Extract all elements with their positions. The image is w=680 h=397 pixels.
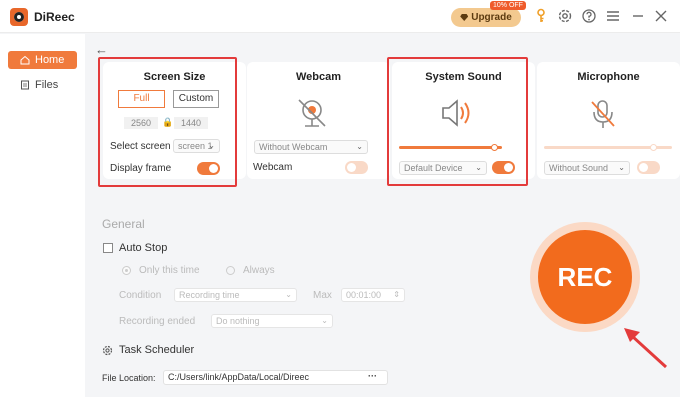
highlight-box-system-sound xyxy=(387,57,528,186)
microphone-toggle[interactable] xyxy=(637,161,660,174)
stepper-icon: ⇕ xyxy=(393,290,400,299)
app-name: DiReec xyxy=(34,10,75,24)
app-logo-icon xyxy=(10,8,28,26)
key-icon[interactable] xyxy=(533,8,549,24)
recording-ended-label: Recording ended xyxy=(119,316,196,327)
webcam-title: Webcam xyxy=(295,71,342,83)
task-scheduler-label[interactable]: Task Scheduler xyxy=(119,344,194,356)
rec-button[interactable]: REC xyxy=(538,230,632,324)
condition-label: Condition xyxy=(119,290,162,301)
microphone-off-icon xyxy=(591,100,615,128)
webcam-device-value: Without Webcam xyxy=(259,142,328,152)
back-arrow-icon[interactable]: ← xyxy=(95,42,108,57)
sidebar-item-label: Files xyxy=(35,79,59,91)
upgrade-label: Upgrade xyxy=(471,12,512,23)
diamond-icon xyxy=(460,14,469,21)
discount-badge: 10% OFF xyxy=(490,1,526,10)
always-radio[interactable] xyxy=(226,266,235,275)
help-icon[interactable] xyxy=(581,8,597,24)
auto-stop-checkbox[interactable] xyxy=(103,243,113,253)
always-label: Always xyxy=(243,265,275,276)
max-time-stepper[interactable]: 00:01:00 ⇕ xyxy=(341,288,405,302)
max-label: Max xyxy=(313,290,332,301)
chevron-down-icon: ⌄ xyxy=(356,142,363,151)
browse-more-button[interactable]: ··· xyxy=(368,371,377,381)
microphone-volume-knob[interactable] xyxy=(649,144,657,151)
microphone-device-value: Without Sound xyxy=(549,163,609,173)
chevron-down-icon: ⌄ xyxy=(321,316,328,325)
only-this-time-radio[interactable] xyxy=(122,266,131,275)
home-icon xyxy=(20,55,30,65)
upgrade-button[interactable]: Upgrade xyxy=(451,8,521,27)
file-location-label: File Location: xyxy=(102,373,156,383)
sidebar-item-home[interactable]: Home xyxy=(8,51,77,69)
microphone-card: Microphone Without Sound ⌄ xyxy=(537,62,680,179)
general-section-title: General xyxy=(102,217,145,231)
annotation-arrow xyxy=(624,328,668,369)
sidebar-item-label: Home xyxy=(35,54,65,66)
auto-stop-label: Auto Stop xyxy=(119,242,168,254)
recording-ended-value: Do nothing xyxy=(216,316,260,326)
webcam-toggle-label: Webcam xyxy=(253,162,293,173)
title-bar: DiReec Upgrade 10% OFF xyxy=(0,0,680,33)
files-icon xyxy=(21,80,29,90)
chevron-down-icon: ⌄ xyxy=(618,163,625,172)
sidebar-item-files[interactable]: Files xyxy=(8,76,77,94)
highlight-box-screen-size xyxy=(98,57,237,187)
microphone-device-dropdown[interactable]: Without Sound ⌄ xyxy=(544,161,630,175)
microphone-title: Microphone xyxy=(577,71,640,83)
file-location-value: C:/Users/link/AppData/Local/Direec xyxy=(168,372,310,382)
rec-button-ring: REC xyxy=(530,222,640,332)
chevron-down-icon: ⌄ xyxy=(285,290,292,299)
file-location-field[interactable]: C:/Users/link/AppData/Local/Direec xyxy=(163,370,388,385)
condition-value: Recording time xyxy=(179,290,240,300)
minimize-icon[interactable] xyxy=(630,8,646,24)
max-time-value: 00:01:00 xyxy=(346,290,382,300)
settings-gear-icon[interactable] xyxy=(557,8,573,24)
webcam-off-icon xyxy=(298,99,326,127)
only-this-time-label: Only this time xyxy=(139,265,200,276)
gear-icon xyxy=(102,345,113,356)
sidebar: Home Files xyxy=(0,34,85,397)
webcam-card: Webcam Without Webcam ⌄ Webcam xyxy=(247,62,390,179)
close-icon[interactable] xyxy=(653,8,669,24)
recording-ended-dropdown[interactable]: Do nothing ⌄ xyxy=(211,314,333,328)
condition-dropdown[interactable]: Recording time ⌄ xyxy=(174,288,297,302)
webcam-toggle[interactable] xyxy=(345,161,368,174)
webcam-device-dropdown[interactable]: Without Webcam ⌄ xyxy=(254,140,368,154)
menu-icon[interactable] xyxy=(605,8,621,24)
